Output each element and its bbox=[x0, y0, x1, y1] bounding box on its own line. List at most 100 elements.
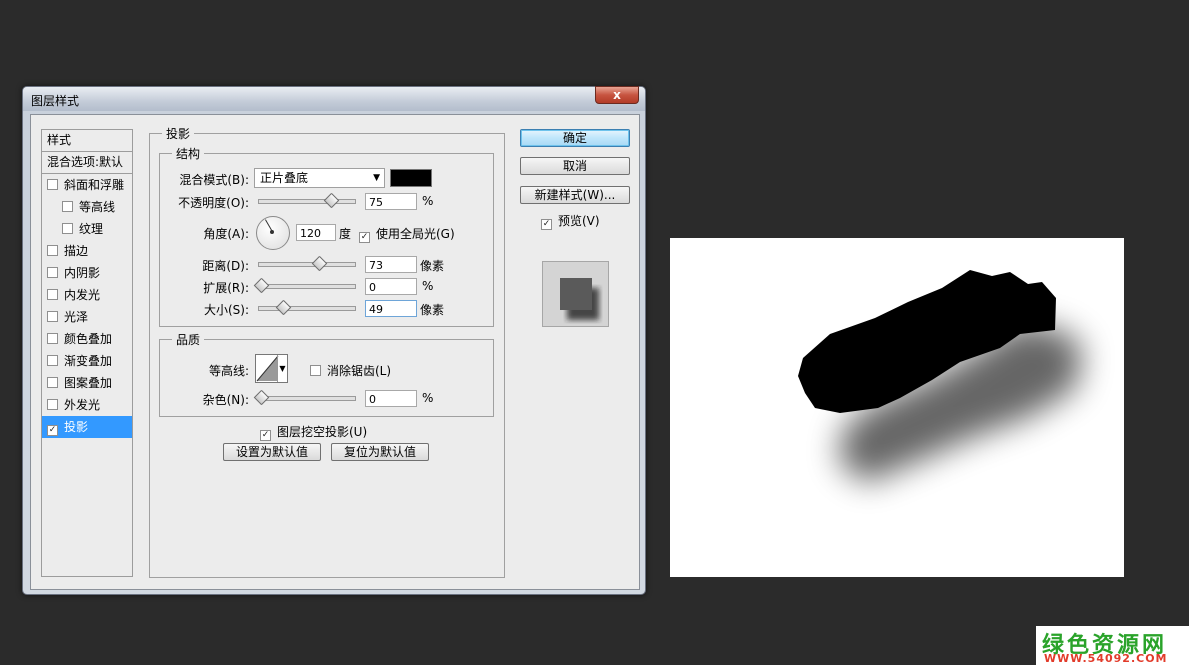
angle-input[interactable]: 120 bbox=[296, 224, 336, 241]
size-input[interactable]: 49 bbox=[365, 300, 417, 317]
blend-mode-value: 正片叠底 bbox=[260, 171, 309, 185]
style-list-item[interactable]: 纹理 bbox=[42, 218, 132, 240]
opacity-input[interactable]: 75 bbox=[365, 193, 417, 210]
structure-group: 结构 混合模式(B): 正片叠底 ▼ 不透明度(O): 75 % 角度(A): bbox=[159, 145, 494, 327]
style-list-item[interactable]: 颜色叠加 bbox=[42, 328, 132, 350]
noise-slider-thumb[interactable] bbox=[253, 389, 270, 406]
style-items: 斜面和浮雕等高线 纹理描边内阴影内发光光泽颜色叠加渐变叠加图案叠加外发光 ✓ 投影 bbox=[42, 174, 132, 438]
style-list-item[interactable]: 等高线 bbox=[42, 196, 132, 218]
style-item-checkbox[interactable] bbox=[47, 267, 58, 278]
style-list-item[interactable]: 外发光 bbox=[42, 394, 132, 416]
knockout-checkbox[interactable]: ✓ 图层挖空投影(U) bbox=[260, 423, 367, 441]
opacity-unit: % bbox=[422, 194, 434, 208]
style-item-label: 投影 bbox=[64, 420, 89, 434]
chevron-down-icon: ▼ bbox=[373, 173, 380, 183]
style-list-item[interactable]: 内发光 bbox=[42, 284, 132, 306]
style-item-label: 内阴影 bbox=[64, 266, 101, 280]
title-bar[interactable]: 图层样式 x bbox=[23, 86, 645, 111]
distance-slider[interactable] bbox=[258, 255, 356, 272]
style-item-checkbox[interactable] bbox=[47, 377, 58, 388]
style-list-item[interactable]: 内阴影 bbox=[42, 262, 132, 284]
style-preview-thumbnail bbox=[542, 261, 609, 327]
ok-button[interactable]: 确定 bbox=[520, 129, 630, 147]
style-list-item[interactable]: 光泽 bbox=[42, 306, 132, 328]
new-style-button[interactable]: 新建样式(W)... bbox=[520, 186, 630, 204]
style-list-item[interactable]: 渐变叠加 bbox=[42, 350, 132, 372]
size-slider-thumb[interactable] bbox=[275, 299, 292, 316]
spread-slider[interactable] bbox=[253, 277, 356, 294]
spread-input[interactable]: 0 bbox=[365, 278, 417, 295]
style-item-checkbox[interactable] bbox=[62, 201, 73, 212]
style-list-header[interactable]: 样式 bbox=[42, 130, 132, 152]
style-item-checkbox[interactable] bbox=[47, 289, 58, 300]
angle-unit: 度 bbox=[339, 227, 352, 241]
spread-unit: % bbox=[422, 279, 434, 293]
angle-center-dot bbox=[270, 230, 274, 234]
style-list: 样式 混合选项:默认 斜面和浮雕等高线 纹理描边内阴影内发光光泽颜色叠加渐变叠加图… bbox=[41, 129, 133, 577]
style-list-item[interactable]: 斜面和浮雕 bbox=[42, 174, 132, 196]
preview-label: 预览(V) bbox=[558, 214, 600, 228]
blend-mode-label: 混合模式(B): bbox=[179, 173, 249, 187]
noise-input[interactable]: 0 bbox=[365, 390, 417, 407]
distance-slider-thumb[interactable] bbox=[312, 255, 328, 272]
brush-stroke-with-shadow bbox=[798, 270, 1083, 483]
style-item-checkbox[interactable] bbox=[47, 245, 58, 256]
drop-shadow-group: 投影 结构 混合模式(B): 正片叠底 ▼ 不透明度(O): 75 % 角度(A… bbox=[149, 125, 505, 578]
style-item-label: 外发光 bbox=[64, 398, 101, 412]
make-default-button[interactable]: 设置为默认值 bbox=[223, 443, 321, 461]
global-light-check[interactable]: ✓ bbox=[359, 232, 370, 243]
style-item-label: 斜面和浮雕 bbox=[64, 178, 125, 192]
style-item-label: 图案叠加 bbox=[64, 376, 113, 390]
contour-dropdown-icon[interactable]: ▼ bbox=[277, 355, 287, 382]
style-item-checkbox[interactable] bbox=[47, 399, 58, 410]
style-item-label: 光泽 bbox=[64, 310, 89, 324]
drop-shadow-title: 投影 bbox=[162, 125, 195, 142]
blend-mode-select[interactable]: 正片叠底 ▼ bbox=[254, 168, 385, 188]
watermark-url: WWW.54092.COM bbox=[1044, 652, 1168, 665]
anti-alias-checkbox[interactable]: 消除锯齿(L) bbox=[310, 362, 391, 379]
opacity-slider-thumb[interactable] bbox=[323, 192, 340, 209]
knockout-check[interactable]: ✓ bbox=[260, 430, 271, 441]
spread-label: 扩展(R): bbox=[203, 281, 249, 295]
style-item-checkbox[interactable] bbox=[47, 333, 58, 344]
style-item-label: 颜色叠加 bbox=[64, 332, 113, 346]
noise-label: 杂色(N): bbox=[202, 393, 249, 407]
contour-picker[interactable]: ▼ bbox=[255, 354, 288, 383]
reset-default-button[interactable]: 复位为默认值 bbox=[331, 443, 429, 461]
spread-slider-thumb[interactable] bbox=[253, 277, 270, 294]
opacity-slider[interactable] bbox=[258, 192, 356, 209]
size-unit: 像素 bbox=[420, 303, 445, 317]
cancel-button[interactable]: 取消 bbox=[520, 157, 630, 175]
style-item-label: 描边 bbox=[64, 244, 89, 258]
style-item-label: 内发光 bbox=[64, 288, 101, 302]
preview-square-shadow bbox=[560, 278, 599, 320]
opacity-label: 不透明度(O): bbox=[178, 196, 249, 210]
distance-unit: 像素 bbox=[420, 259, 445, 273]
style-item-checkbox[interactable] bbox=[47, 355, 58, 366]
shadow-color-swatch[interactable] bbox=[390, 169, 432, 187]
quality-title: 品质 bbox=[172, 331, 205, 348]
preview-checkbox[interactable]: ✓ 预览(V) bbox=[541, 212, 600, 230]
dialog-client: 样式 混合选项:默认 斜面和浮雕等高线 纹理描边内阴影内发光光泽颜色叠加渐变叠加图… bbox=[30, 114, 640, 590]
distance-input[interactable]: 73 bbox=[365, 256, 417, 273]
close-button[interactable]: x bbox=[595, 86, 639, 104]
dialog-title: 图层样式 bbox=[31, 94, 80, 108]
style-list-item[interactable]: 描边 bbox=[42, 240, 132, 262]
style-item-checkbox[interactable]: ✓ bbox=[47, 425, 58, 436]
anti-alias-label: 消除锯齿(L) bbox=[327, 364, 392, 378]
anti-alias-check[interactable] bbox=[310, 365, 321, 376]
noise-slider[interactable] bbox=[253, 389, 356, 406]
document-canvas bbox=[670, 238, 1124, 577]
size-slider[interactable] bbox=[258, 299, 356, 316]
style-item-checkbox[interactable] bbox=[47, 179, 58, 190]
blend-options-item[interactable]: 混合选项:默认 bbox=[42, 152, 132, 174]
knockout-label: 图层挖空投影(U) bbox=[277, 425, 368, 439]
style-list-item[interactable]: ✓ 投影 bbox=[42, 416, 132, 438]
style-item-checkbox[interactable] bbox=[62, 223, 73, 234]
angle-dial[interactable] bbox=[256, 216, 290, 250]
style-item-checkbox[interactable] bbox=[47, 311, 58, 322]
global-light-checkbox[interactable]: ✓ 使用全局光(G) bbox=[359, 225, 455, 243]
preview-check[interactable]: ✓ bbox=[541, 219, 552, 230]
style-item-label: 渐变叠加 bbox=[64, 354, 113, 368]
style-list-item[interactable]: 图案叠加 bbox=[42, 372, 132, 394]
